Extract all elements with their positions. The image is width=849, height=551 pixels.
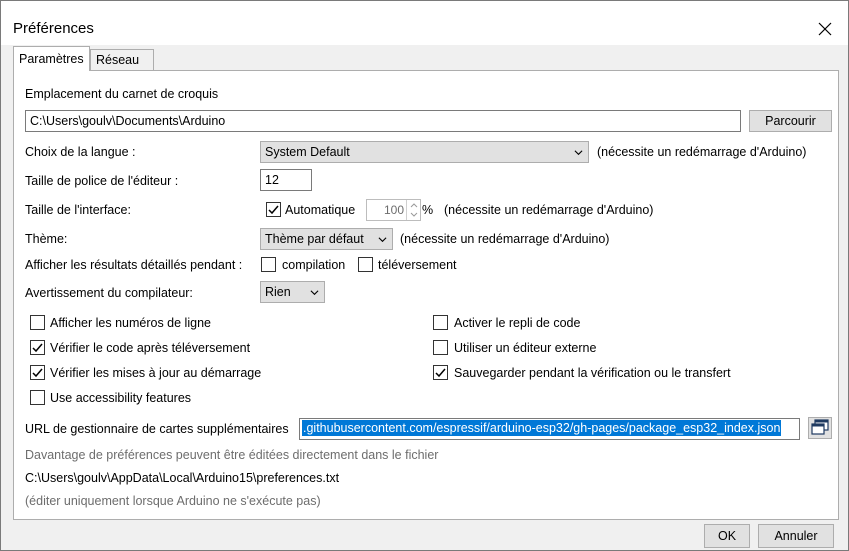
interface-scale-unit: % [422, 203, 434, 217]
save-on-verify-label: Sauvegarder pendant la vérification ou l… [454, 366, 731, 380]
boards-url-label: URL de gestionnaire de cartes supplément… [25, 422, 289, 436]
verbose-upload-label: téléversement [378, 258, 457, 272]
external-editor-label: Utiliser un éditeur externe [454, 341, 597, 355]
check-updates-checkbox[interactable] [30, 365, 45, 380]
prefs-file-path: C:\Users\goulv\AppData\Local\Arduino15\p… [25, 471, 340, 485]
theme-select[interactable]: Thème par défaut [260, 228, 393, 250]
checkmark-icon [32, 343, 43, 353]
verify-after-upload-checkbox[interactable] [30, 340, 45, 355]
code-folding-checkbox[interactable] [433, 315, 448, 330]
interface-size-label: Taille de l'interface: [25, 203, 131, 217]
check-updates-label: Vérifier les mises à jour au démarrage [50, 366, 262, 380]
browse-button[interactable]: Parcourir [749, 110, 832, 132]
save-on-verify-checkbox[interactable] [433, 365, 448, 380]
sketchbook-label: Emplacement du carnet de croquis [25, 87, 219, 101]
preferences-window: Préférences Paramètres Réseau Emplacemen… [0, 0, 849, 551]
verbose-compile-label: compilation [282, 258, 346, 272]
chevron-down-icon [378, 237, 387, 243]
language-note: (nécessite un redémarrage d'Arduino) [597, 145, 807, 159]
window-list-icon [811, 419, 829, 435]
auto-scale-checkbox[interactable] [266, 202, 281, 217]
verbose-compile-checkbox[interactable] [261, 257, 276, 272]
compiler-warnings-label: Avertissement du compilateur: [25, 286, 193, 300]
prefs-edit-hint: (éditer uniquement lorsque Arduino ne s'… [25, 494, 321, 508]
verify-after-upload-label: Vérifier le code après téléversement [50, 341, 251, 355]
boards-url-input[interactable]: .githubusercontent.com/espressif/arduino… [299, 418, 800, 440]
auto-scale-label: Automatique [285, 203, 356, 217]
line-numbers-checkbox[interactable] [30, 315, 45, 330]
checkmark-icon [268, 205, 279, 215]
verbose-upload-checkbox[interactable] [358, 257, 373, 272]
spinner-down-icon [410, 212, 418, 217]
prefs-info-text: Davantage de préférences peuvent être éd… [25, 448, 439, 462]
font-size-input[interactable]: 12 [260, 169, 312, 191]
tab-reseau[interactable]: Réseau [90, 49, 154, 70]
compiler-warnings-value: Rien [265, 285, 291, 299]
cancel-button[interactable]: Annuler [758, 524, 834, 548]
title-bar: Préférences [1, 1, 848, 45]
edit-urls-button[interactable] [808, 417, 832, 439]
interface-scale-value: 100 [383, 203, 404, 217]
line-numbers-label: Afficher les numéros de ligne [50, 316, 211, 330]
verbose-label: Afficher les résultats détaillés pendant… [25, 258, 243, 272]
font-size-label: Taille de police de l'éditeur : [25, 174, 179, 188]
boards-url-value: .githubusercontent.com/espressif/arduino… [302, 420, 782, 436]
settings-panel: Emplacement du carnet de croquis C:\User… [13, 70, 839, 520]
checkmark-icon [435, 368, 446, 378]
theme-note: (nécessite un redémarrage d'Arduino) [400, 232, 610, 246]
code-folding-label: Activer le repli de code [454, 316, 581, 330]
language-select[interactable]: System Default [260, 141, 589, 163]
window-title: Préférences [13, 20, 94, 37]
external-editor-checkbox[interactable] [433, 340, 448, 355]
theme-label: Thème: [25, 232, 68, 246]
tab-parametres[interactable]: Paramètres [13, 46, 90, 71]
accessibility-label: Use accessibility features [50, 391, 192, 405]
interface-size-note: (nécessite un redémarrage d'Arduino) [444, 203, 654, 217]
sketchbook-path-input[interactable]: C:\Users\goulv\Documents\Arduino [25, 110, 741, 132]
accessibility-checkbox[interactable] [30, 390, 45, 405]
spinner-up-icon [410, 203, 418, 208]
language-value: System Default [265, 145, 350, 159]
theme-value: Thème par défaut [265, 232, 364, 246]
language-label: Choix de la langue : [25, 145, 136, 159]
chevron-down-icon [310, 290, 319, 296]
checkmark-icon [32, 368, 43, 378]
ok-button[interactable]: OK [704, 524, 750, 548]
spinner-arrows[interactable] [406, 200, 420, 220]
interface-scale-spinner[interactable]: 100 [366, 199, 421, 221]
chevron-down-icon [574, 150, 583, 156]
close-icon [818, 22, 832, 36]
compiler-warnings-select[interactable]: Rien [260, 281, 325, 303]
close-button[interactable] [802, 13, 848, 45]
